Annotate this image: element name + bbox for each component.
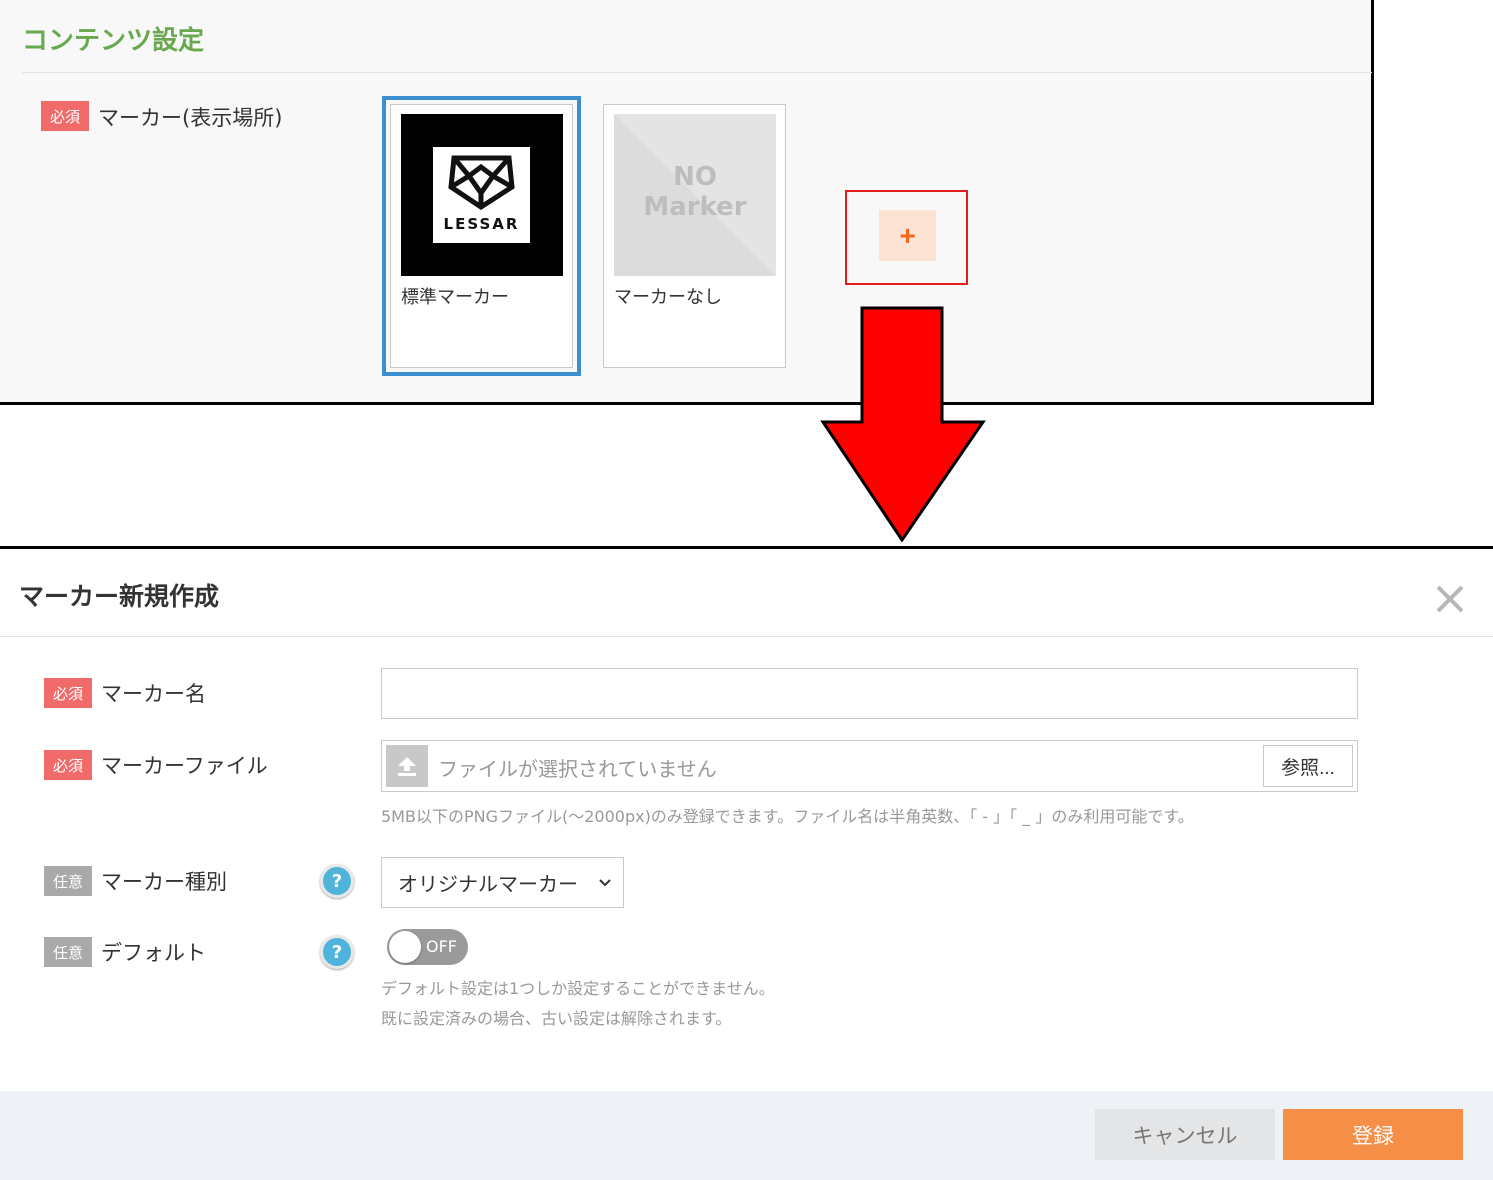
marker-type-selected: オリジナルマーカー [398, 872, 578, 896]
question-mark: ? [331, 941, 343, 963]
marker-card-none[interactable]: NO Marker マーカーなし [603, 104, 786, 368]
marker-caption: マーカーなし [614, 287, 722, 308]
no-marker-line1: NO [673, 162, 717, 192]
modal-title: マーカー新規作成 [19, 582, 220, 611]
add-marker-highlight: + [845, 190, 968, 285]
marker-file-label: マーカーファイル [101, 754, 268, 778]
help-icon[interactable]: ? [320, 864, 354, 898]
marker-card-standard[interactable]: LESSAR 標準マーカー [382, 96, 581, 376]
optional-badge: 任意 [44, 937, 92, 967]
section-divider [22, 72, 1372, 73]
close-icon[interactable] [1430, 579, 1470, 619]
fox-logo-icon [448, 155, 515, 210]
required-badge: 必須 [44, 678, 92, 708]
default-toggle[interactable]: OFF [387, 929, 468, 965]
no-marker-image: NO Marker [614, 114, 776, 276]
marker-type-label: マーカー種別 [101, 870, 227, 894]
no-marker-text: NO Marker [614, 162, 776, 222]
marker-caption: 標準マーカー [401, 287, 509, 308]
upload-icon [386, 745, 428, 787]
modal-footer: キャンセル 登録 [0, 1091, 1493, 1180]
cancel-button[interactable]: キャンセル [1095, 1109, 1275, 1160]
no-marker-line2: Marker [643, 192, 747, 222]
close-x-icon [1436, 585, 1464, 613]
add-marker-button[interactable]: + [879, 210, 936, 261]
lessar-marker-image: LESSAR [401, 114, 563, 276]
default-help-line1: デフォルト設定は1つしか設定することができません。 [381, 979, 775, 998]
file-help-text: 5MB以下のPNGファイル(〜2000px)のみ登録できます。ファイル名は半角英… [381, 807, 1194, 826]
down-arrow-icon [820, 306, 986, 542]
question-mark: ? [331, 870, 343, 892]
required-badge: 必須 [41, 101, 89, 131]
lessar-logo-text: LESSAR [443, 215, 520, 233]
marker-name-label: マーカー名 [101, 682, 206, 706]
new-marker-modal: マーカー新規作成 必須 マーカー名 必須 マーカーファイル ファイルが選択されて… [0, 546, 1493, 1180]
lessar-logo: LESSAR [433, 147, 530, 243]
toggle-knob [389, 931, 421, 963]
default-help-line2: 既に設定済みの場合、古い設定は解除されます。 [381, 1009, 732, 1028]
marker-file-input[interactable]: ファイルが選択されていません 参照... [381, 740, 1358, 792]
required-badge: 必須 [44, 750, 92, 780]
marker-type-select[interactable]: オリジナルマーカー [381, 857, 624, 908]
modal-divider [0, 636, 1493, 637]
help-icon[interactable]: ? [320, 935, 354, 969]
submit-button[interactable]: 登録 [1283, 1109, 1463, 1160]
section-title: コンテンツ設定 [22, 26, 205, 56]
toggle-state: OFF [426, 937, 457, 956]
default-label: デフォルト [101, 941, 206, 965]
file-status-text: ファイルが選択されていません [438, 757, 717, 781]
browse-button[interactable]: 参照... [1263, 745, 1353, 787]
content-settings-panel: コンテンツ設定 必須 マーカー(表示場所) LESSAR 標準マーカー NO M… [0, 0, 1374, 405]
chevron-down-icon [599, 879, 611, 887]
marker-name-input[interactable] [381, 668, 1358, 719]
optional-badge: 任意 [44, 866, 92, 896]
marker-field-label: マーカー(表示場所) [98, 106, 283, 130]
plus-icon: + [899, 219, 916, 251]
